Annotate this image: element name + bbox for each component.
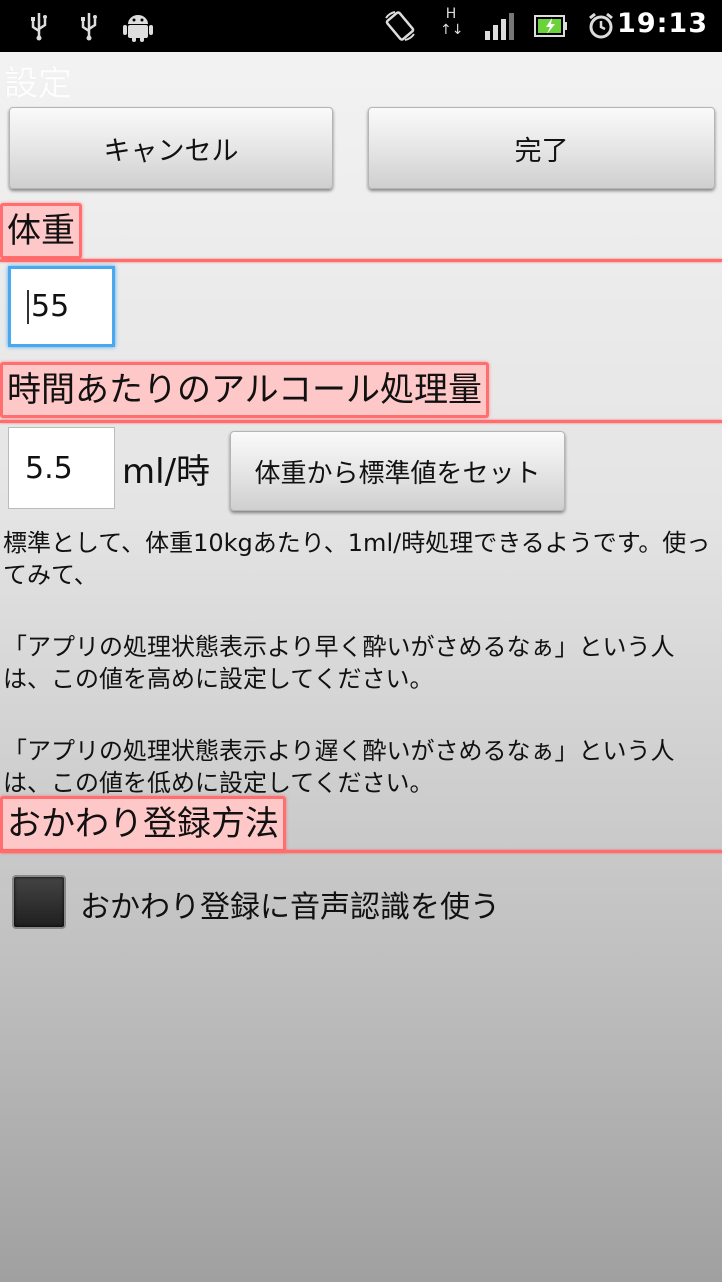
status-bar: H ↑↓ 19:13	[0, 0, 722, 52]
section-title-weight: 体重	[0, 203, 82, 259]
refill-method-section-header: おかわり登録方法	[0, 796, 722, 853]
alcohol-rate-input-value: 5.5	[25, 450, 73, 486]
set-default-from-weight-button[interactable]: 体重から標準値をセット	[230, 431, 565, 511]
alcohol-rate-input[interactable]: 5.5	[8, 427, 115, 509]
text-caret	[27, 289, 29, 324]
battery-icon	[533, 10, 569, 42]
signal-icon	[482, 10, 518, 42]
android-icon	[122, 10, 154, 42]
cancel-button[interactable]: キャンセル	[9, 107, 333, 189]
description-paragraph: 「アプリの処理状態表示より早く酔いがさめるなぁ」という人は、この値を高めに設定し…	[3, 633, 675, 693]
alcohol-rate-description: 標準として、体重10kgあたり、1ml/時処理できるようです。使ってみて、 「ア…	[3, 527, 719, 799]
description-paragraph: 標準として、体重10kgあたり、1ml/時処理できるようです。使ってみて、	[3, 529, 711, 589]
window-title: 設定	[4, 64, 72, 104]
section-divider	[0, 259, 722, 262]
section-title-alcohol-rate: 時間あたりのアルコール処理量	[0, 362, 489, 418]
network-type-label: H	[445, 6, 457, 22]
weight-input[interactable]: 55	[8, 266, 115, 347]
section-divider	[0, 420, 722, 423]
rotation-icon	[383, 10, 417, 42]
section-title-refill-method: おかわり登録方法	[0, 796, 286, 852]
voice-recognition-checkbox-label[interactable]: おかわり登録に音声認識を使う	[80, 882, 500, 926]
clock: 19:13	[617, 8, 708, 39]
alarm-icon	[586, 10, 616, 42]
usb-icon	[74, 10, 104, 42]
voice-recognition-checkbox[interactable]	[12, 875, 66, 929]
usb-icon	[24, 10, 54, 42]
alcohol-rate-unit: ml/時	[122, 452, 211, 492]
done-button[interactable]: 完了	[368, 107, 715, 189]
section-divider	[0, 850, 722, 853]
weight-section-header: 体重	[0, 203, 722, 262]
alcohol-rate-section-header: 時間あたりのアルコール処理量	[0, 362, 722, 423]
weight-input-value: 55	[31, 289, 70, 324]
network-type-indicator: H ↑↓	[440, 6, 464, 38]
description-paragraph: 「アプリの処理状態表示より遅く酔いがさめるなぁ」という人は、この値を低めに設定し…	[3, 737, 675, 797]
